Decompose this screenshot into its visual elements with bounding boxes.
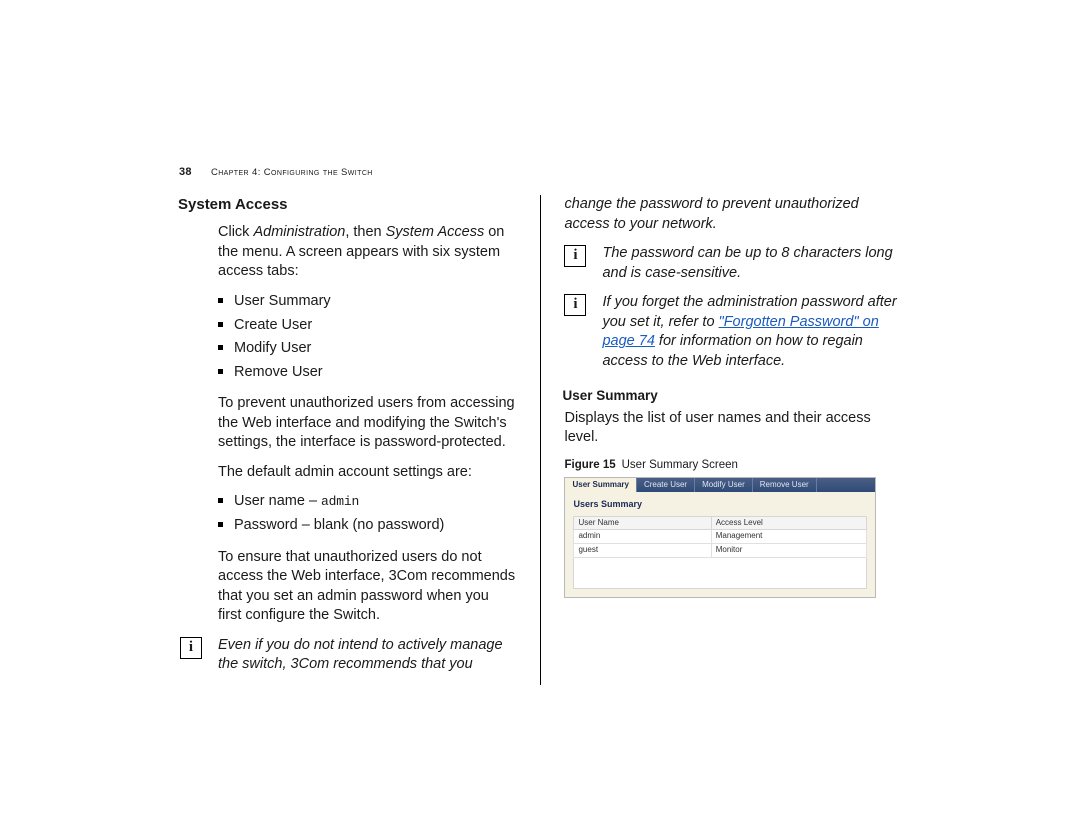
- paragraph: To prevent unauthorized users from acces…: [218, 394, 516, 453]
- left-column: System Access Click Administration, then…: [180, 195, 540, 685]
- chapter-label: Chapter 4: Configuring the Switch: [211, 167, 373, 178]
- info-note: i If you forget the administration passw…: [564, 293, 900, 371]
- info-icon: i: [180, 637, 202, 659]
- paragraph: The default admin account settings are:: [218, 463, 516, 483]
- cell-username: guest: [574, 544, 711, 558]
- list-item: Modify User: [218, 339, 516, 359]
- table-header: User Name: [574, 516, 711, 530]
- table-header: Access Level: [711, 516, 867, 530]
- figure-tab: Create User: [637, 478, 695, 492]
- label: User name –: [234, 493, 321, 509]
- table-row: guest Monitor: [574, 544, 867, 558]
- list-item: Password – blank (no password): [218, 516, 516, 536]
- intro-paragraph: Click Administration, then System Access…: [218, 223, 516, 282]
- figure-label: Figure 15: [564, 459, 615, 471]
- figure-tab-bar: User Summary Create User Modify User Rem…: [565, 478, 875, 492]
- cell-access: Monitor: [711, 544, 867, 558]
- paragraph: Displays the list of user names and thei…: [564, 409, 900, 448]
- figure-user-table: User Name Access Level admin Management …: [573, 516, 867, 558]
- access-tabs-list: User Summary Create User Modify User Rem…: [180, 292, 516, 382]
- text: Click: [218, 224, 253, 240]
- default-username: admin: [321, 494, 359, 509]
- info-icon: i: [564, 245, 586, 267]
- text: , then: [345, 224, 385, 240]
- paragraph: To ensure that unauthorized users do not…: [218, 548, 516, 626]
- list-item: User name – admin: [218, 492, 516, 512]
- subsection-title: User Summary: [562, 387, 900, 405]
- figure-panel-title: Users Summary: [573, 498, 867, 510]
- info-note: i The password can be up to 8 characters…: [564, 244, 900, 283]
- defaults-list: User name – admin Password – blank (no p…: [180, 492, 516, 535]
- figure-title: User Summary Screen: [622, 459, 738, 471]
- note-text: The password can be up to 8 characters l…: [602, 244, 900, 283]
- cell-username: admin: [574, 530, 711, 544]
- list-item: Create User: [218, 316, 516, 336]
- figure-user-summary-screen: User Summary Create User Modify User Rem…: [564, 477, 876, 598]
- list-item: User Summary: [218, 292, 516, 312]
- menu-path-em: Administration: [253, 224, 345, 240]
- table-row: admin Management: [574, 530, 867, 544]
- note-text: If you forget the administration passwor…: [602, 293, 900, 371]
- figure-tab-active: User Summary: [565, 478, 636, 492]
- info-icon: i: [564, 294, 586, 316]
- info-note: i Even if you do not intend to actively …: [180, 636, 516, 675]
- running-header: 38 Chapter 4: Configuring the Switch: [179, 165, 373, 180]
- right-column: change the password to prevent unauthori…: [540, 195, 900, 685]
- cell-access: Management: [711, 530, 867, 544]
- note-text: Even if you do not intend to actively ma…: [218, 636, 516, 675]
- section-title: System Access: [178, 195, 516, 215]
- figure-panel: Users Summary User Name Access Level adm…: [565, 492, 875, 597]
- note-continuation: change the password to prevent unauthori…: [564, 195, 900, 234]
- figure-empty-area: [573, 558, 867, 589]
- figure-caption: Figure 15 User Summary Screen: [564, 458, 900, 474]
- page-number: 38: [179, 166, 192, 178]
- list-item: Remove User: [218, 363, 516, 383]
- figure-tab: Modify User: [695, 478, 753, 492]
- menu-path-em: System Access: [386, 224, 485, 240]
- figure-tab: Remove User: [753, 478, 817, 492]
